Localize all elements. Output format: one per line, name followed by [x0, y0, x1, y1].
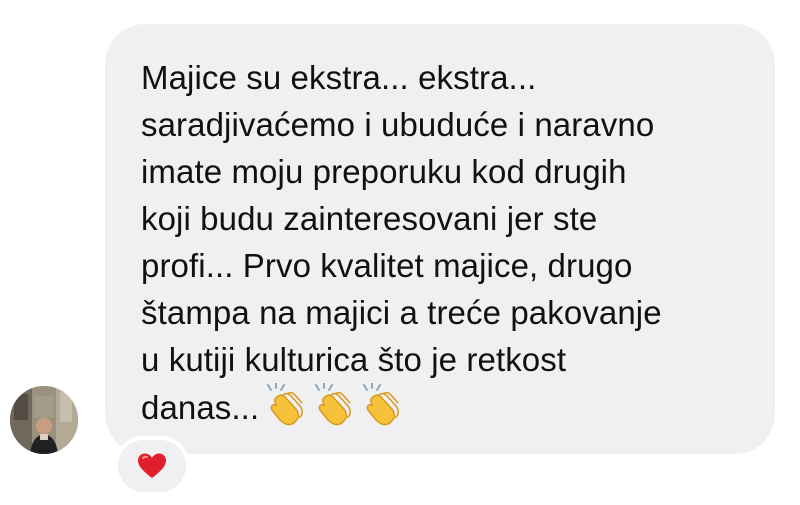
sender-avatar[interactable]	[10, 386, 78, 454]
clapping-hands-icon	[311, 383, 355, 427]
message-line: Majice su ekstra... ekstra...	[141, 59, 537, 96]
message-line: u kutiji kulturica što je retkost	[141, 341, 567, 378]
clapping-hands-icon	[359, 383, 403, 427]
message-line: profi... Prvo kvalitet majice, drugo	[141, 247, 633, 284]
avatar-photo	[10, 386, 78, 454]
message-bubble[interactable]: Majice su ekstra... ekstra... saradjivać…	[105, 24, 775, 454]
message-line: koji budu zainteresovani jer ste	[141, 200, 598, 237]
heart-reaction-badge[interactable]	[118, 440, 186, 492]
message-line: štampa na majici a treće pakovanje	[141, 294, 662, 331]
message-line: saradjivaćemo i ubuduće i naravno	[141, 106, 655, 143]
red-heart-icon	[138, 453, 166, 478]
message-last-line: danas...	[141, 383, 741, 431]
clapping-hands-icon	[263, 383, 307, 427]
message-line: imate moju preporuku kod drugih	[141, 153, 627, 190]
message-line-text: danas...	[141, 389, 260, 426]
